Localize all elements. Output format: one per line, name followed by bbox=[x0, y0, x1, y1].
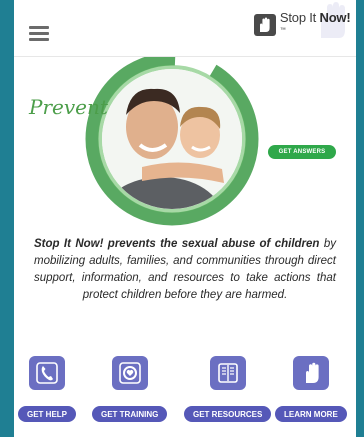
top-bar: Stop It Now!™ bbox=[14, 0, 356, 57]
mission-lead: Stop It Now! prevents the sexual abuse o… bbox=[34, 238, 320, 250]
nav-label: GET RESOURCES bbox=[184, 406, 272, 422]
nav-get-help[interactable]: GET HELP bbox=[18, 356, 77, 422]
hero-banner: Prevent GET ANSWERS bbox=[14, 57, 356, 230]
get-answers-button[interactable]: GET ANSWERS bbox=[268, 145, 336, 159]
book-icon bbox=[209, 356, 246, 390]
bottom-nav: GET HELP GET TRAINING GET RESOURCES LEAR… bbox=[14, 356, 356, 426]
nav-label: GET HELP bbox=[18, 406, 77, 422]
logo-hand-icon bbox=[254, 14, 276, 36]
nav-get-training[interactable]: GET TRAINING bbox=[92, 356, 168, 422]
prevent-overlay-text: Prevent bbox=[29, 95, 108, 119]
nav-get-resources[interactable]: GET RESOURCES bbox=[184, 356, 272, 422]
logo-text: Stop It Now!™ bbox=[279, 10, 351, 34]
target-icon bbox=[111, 356, 148, 390]
device-frame: Stop It Now!™ Prevent GET ANSWERS Stop I… bbox=[0, 0, 364, 437]
hamburger-menu-icon[interactable] bbox=[29, 26, 49, 42]
app-screen: Stop It Now!™ Prevent GET ANSWERS Stop I… bbox=[14, 0, 356, 437]
nav-label: GET TRAINING bbox=[92, 406, 168, 422]
phone-icon bbox=[29, 356, 65, 390]
nav-learn-more[interactable]: LEARN MORE bbox=[275, 356, 347, 422]
stop-it-now-logo[interactable]: Stop It Now!™ bbox=[254, 10, 356, 38]
hand-icon bbox=[292, 356, 329, 390]
hero-family-image bbox=[85, 57, 259, 226]
mission-statement: Stop It Now! prevents the sexual abuse o… bbox=[34, 236, 336, 304]
nav-label: LEARN MORE bbox=[275, 406, 347, 422]
